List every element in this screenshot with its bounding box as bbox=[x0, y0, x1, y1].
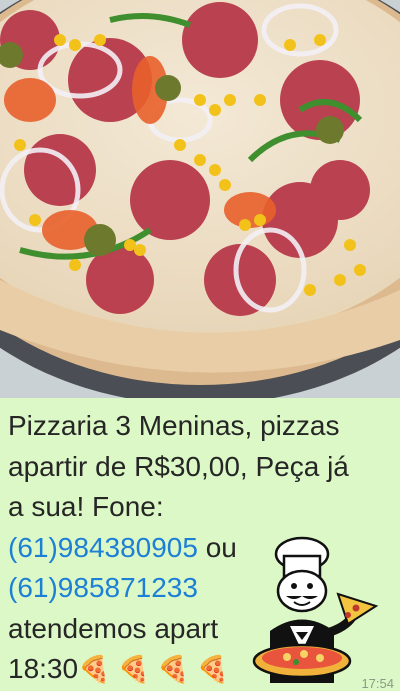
message-or: ou bbox=[197, 531, 237, 563]
pizza-photo-image bbox=[0, 0, 400, 398]
phone-link-1[interactable]: (61)984380905 bbox=[8, 532, 198, 563]
pizza-photo[interactable] bbox=[0, 0, 400, 398]
pizza-emoji-row: 🍕 🍕 🍕 🍕 bbox=[78, 654, 230, 684]
message-line-1: Pizzaria 3 Meninas, pizzas bbox=[8, 410, 340, 441]
message-line-3: a sua! Fone: bbox=[8, 491, 164, 522]
message-hour: 18:30 bbox=[8, 653, 79, 684]
phone-link-2[interactable]: (61)985871233 bbox=[8, 572, 198, 603]
message-line-2: apartir de R$30,00, Peça já bbox=[8, 450, 349, 482]
chef-with-pizza-sticker bbox=[252, 536, 379, 683]
